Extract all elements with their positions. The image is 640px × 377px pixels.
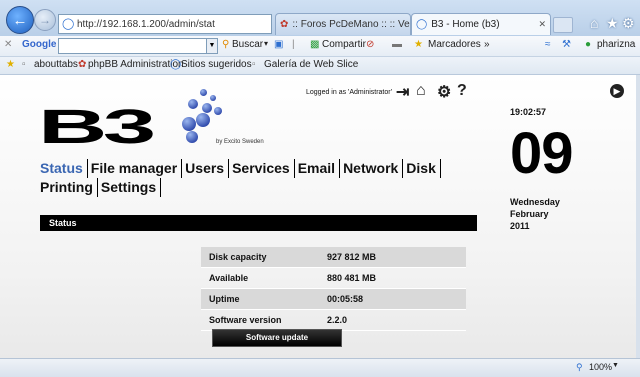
favorites-star-icon[interactable]: ★	[606, 15, 619, 32]
table-row: Available 880 481 MB	[201, 268, 466, 289]
stat-value: 00:05:58	[327, 294, 364, 304]
stat-value: 927 812 MB	[327, 252, 377, 262]
compartir-button[interactable]: Compartir	[322, 39, 366, 50]
fav-abouttabs[interactable]: abouttabs	[34, 59, 78, 70]
b3-logo: B3	[38, 99, 156, 154]
fav-webslice[interactable]: Galería de Web Slice	[264, 59, 358, 70]
nav-settings[interactable]: Settings	[98, 178, 162, 197]
by-excito-text: by Excito Sweden	[216, 139, 264, 145]
fav-sitios[interactable]: Sitios sugeridos	[181, 59, 252, 70]
more-chevron[interactable]: »	[484, 39, 490, 50]
logout-icon[interactable]: ⇥	[396, 82, 409, 102]
wifi-icon[interactable]: ≈	[545, 39, 551, 50]
forward-button[interactable]: →	[34, 9, 56, 31]
address-text: http://192.168.1.200/admin/stat	[77, 18, 215, 30]
clock-month: February	[510, 209, 549, 219]
home-icon[interactable]: ⌂	[590, 15, 598, 31]
stat-key: Software version	[209, 315, 282, 325]
gear-icon[interactable]: ⚙	[437, 82, 451, 102]
zoom-level[interactable]: 100%	[589, 362, 612, 372]
stat-value: 880 481 MB	[327, 273, 377, 283]
clock-year: 2011	[510, 221, 530, 231]
browser-statusbar: ⚲ 100% ▼	[0, 358, 640, 377]
software-update-button[interactable]: Software update	[212, 329, 342, 347]
stat-value: 2.2.0	[327, 315, 348, 325]
user-account[interactable]: pharizna	[597, 39, 635, 50]
table-row: Uptime 00:05:58	[201, 289, 466, 310]
home-icon[interactable]: ⌂	[416, 82, 426, 100]
ie-page-icon: ◯	[62, 18, 75, 30]
nav-printing[interactable]: Printing	[40, 178, 98, 197]
back-button[interactable]: ←	[6, 6, 34, 34]
tab-label: B3 - Home (b3)	[431, 19, 500, 30]
share-icon[interactable]: ▩	[310, 39, 319, 50]
main-nav: Status File manager Users Services Email Netw…	[40, 159, 480, 197]
wrench-icon[interactable]: ⚒	[562, 39, 571, 50]
logo-dots	[180, 87, 270, 147]
feather-icon: ✿	[78, 59, 87, 70]
webslice-icon: ▫	[252, 59, 256, 70]
page-content: B3 by Excito Sweden Logged in as 'Admini…	[0, 75, 636, 358]
close-icon[interactable]: ✕	[538, 19, 546, 30]
nav-services[interactable]: Services	[229, 159, 295, 178]
new-tab-button[interactable]	[553, 17, 573, 33]
nav-status[interactable]: Status	[40, 159, 88, 178]
chevron-down-icon[interactable]: ▾	[264, 39, 268, 48]
nav-file-manager[interactable]: File manager	[88, 159, 183, 178]
tab-foros[interactable]: ✿ :: Foros PcDeMano :: :: Ver te...	[275, 13, 411, 35]
close-icon[interactable]: ✕	[4, 39, 12, 50]
check-icon[interactable]: ▬	[392, 39, 402, 50]
stat-key: Disk capacity	[209, 252, 267, 262]
tab-label: :: Foros PcDeMano :: :: Ver te...	[292, 19, 410, 30]
nav-network[interactable]: Network	[340, 159, 404, 178]
marcadores-button[interactable]: Marcadores	[428, 39, 481, 50]
chevron-down-icon[interactable]: ▼	[612, 362, 619, 369]
tab-b3-home[interactable]: ◯ B3 - Home (b3) ✕	[411, 13, 551, 35]
logged-in-text: Logged in as 'Administrator'	[306, 89, 392, 96]
scrollbar[interactable]	[636, 75, 640, 358]
forward-arrow-icon: →	[39, 13, 51, 27]
nav-disk[interactable]: Disk	[403, 159, 441, 178]
feather-icon: ✿	[280, 19, 289, 30]
zoom-icon[interactable]: ⚲	[576, 362, 583, 373]
buscar-button[interactable]: Buscar	[232, 39, 263, 50]
search-icon[interactable]: ⚲	[222, 39, 229, 50]
clock-day: 09	[510, 121, 574, 186]
favorites-bar: ★ ▫ abouttabs ✿ phpBB Administration ◯ S…	[0, 57, 640, 75]
help-icon[interactable]: ?	[457, 82, 467, 100]
ie-page-icon: ◯	[170, 59, 182, 70]
chevron-right-icon[interactable]: ▶	[610, 84, 624, 98]
star-icon[interactable]: ★	[414, 39, 423, 50]
status-dot-icon: ●	[585, 39, 592, 50]
page-icon: ▫	[22, 59, 26, 70]
favorites-star-icon[interactable]: ★	[6, 59, 15, 70]
back-arrow-icon: ←	[12, 11, 28, 29]
ie-page-icon: ◯	[416, 19, 428, 30]
clock-weekday: Wednesday	[510, 197, 560, 207]
camera-icon[interactable]: ▣	[274, 39, 283, 50]
google-logo: Google	[22, 39, 57, 50]
nav-users[interactable]: Users	[182, 159, 230, 178]
status-table: Disk capacity 927 812 MB Available 880 481…	[201, 247, 466, 331]
stat-key: Uptime	[209, 294, 240, 304]
google-search-input[interactable]	[58, 38, 214, 54]
chevron-down-icon[interactable]: ▼	[206, 38, 218, 54]
separator-icon: |	[292, 39, 295, 50]
table-row: Disk capacity 927 812 MB	[201, 247, 466, 268]
stat-key: Available	[209, 273, 249, 283]
section-title-bar: Status	[40, 215, 477, 231]
address-bar[interactable]: ◯ http://192.168.1.200/admin/stat	[58, 14, 272, 34]
nav-email[interactable]: Email	[295, 159, 341, 178]
gear-icon[interactable]: ⚙	[622, 15, 635, 32]
table-row: Software version 2.2.0	[201, 310, 466, 331]
block-icon[interactable]: ⊘	[366, 39, 374, 50]
clock-time: 19:02:57	[510, 107, 547, 117]
